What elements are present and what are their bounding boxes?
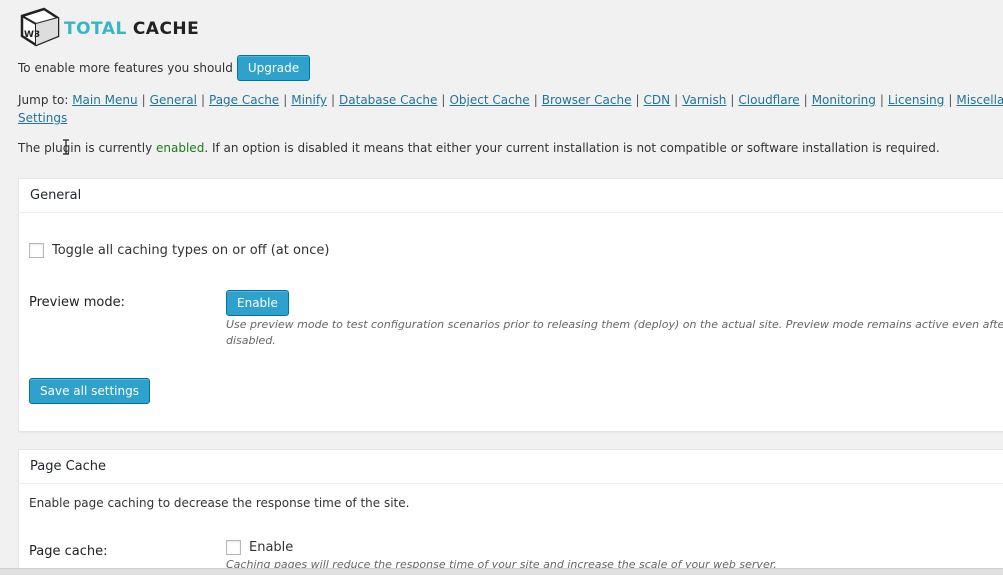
status-enabled-text: enabled — [156, 141, 205, 155]
general-panel-title: General — [19, 179, 1003, 213]
general-panel: General Toggle all caching types on or o… — [18, 178, 1003, 432]
jump-link-varnish[interactable]: Varnish — [682, 93, 726, 107]
w3tc-general-settings-page: W3 TOTAL CACHE To enable more features yo… — [0, 0, 1003, 575]
page-cache-enable-row: Enable — [226, 540, 293, 555]
plugin-status-message: The plugin is currently enabled. If an o… — [18, 139, 940, 157]
jump-link-licensing[interactable]: Licensing — [888, 93, 944, 107]
page-cache-label: Page cache: — [29, 544, 108, 559]
logo-badge-text: W3 — [24, 30, 40, 40]
horizontal-scrollbar[interactable] — [0, 568, 1003, 575]
logo-wordmark: TOTAL CACHE — [64, 19, 199, 39]
page-cache-enable-label[interactable]: Enable — [249, 540, 293, 555]
preview-mode-label: Preview mode: — [29, 295, 125, 310]
text-cursor-icon — [63, 139, 69, 155]
jump-to-nav: Jump to: Main Menu | General | Page Cache | Mi… — [18, 91, 1003, 109]
jump-link-main-menu[interactable]: Main Menu — [72, 93, 137, 107]
upgrade-button[interactable]: Upgrade — [236, 55, 311, 81]
preview-mode-enable-button[interactable]: Enable — [226, 290, 289, 316]
status-text-after: . If an option is disabled it means that… — [204, 141, 940, 155]
jump-link-settings[interactable]: Settings — [18, 111, 67, 125]
preview-mode-description: Use preview mode to test configuration s… — [226, 317, 1003, 349]
jump-link-browser-cache[interactable]: Browser Cache — [542, 93, 632, 107]
page-cache-intro: Enable page caching to decrease the resp… — [29, 496, 410, 510]
status-text-before: The plugin is currently — [18, 141, 153, 155]
w3-total-cache-logo: W3 TOTAL CACHE — [18, 6, 199, 48]
jump-link-miscellaneous[interactable]: Miscellaneous — [956, 93, 1003, 107]
jump-link-database-cache[interactable]: Database Cache — [339, 93, 437, 107]
toggle-all-caching-row: Toggle all caching types on or off (at o… — [29, 243, 329, 258]
page-cache-enable-checkbox[interactable] — [226, 540, 241, 555]
logo-cache-text: CACHE — [132, 19, 200, 39]
toggle-all-caching-checkbox[interactable] — [29, 243, 44, 258]
jump-link-general[interactable]: General — [150, 93, 197, 107]
preview-desc-line2: disabled. — [226, 334, 276, 347]
page-cache-panel-title: Page Cache — [19, 450, 1003, 484]
jump-link-minify[interactable]: Minify — [291, 93, 327, 107]
w3-cube-logo-icon: W3 — [20, 7, 60, 47]
save-all-settings-button[interactable]: Save all settings — [29, 378, 150, 404]
jump-link-object-cache[interactable]: Object Cache — [449, 93, 529, 107]
upgrade-text: To enable more features you should — [18, 61, 233, 75]
jump-link-page-cache[interactable]: Page Cache — [209, 93, 279, 107]
logo-total-text: TOTAL — [64, 19, 127, 39]
preview-desc-line1: Use preview mode to test configuration s… — [226, 318, 1003, 331]
jump-link-cloudflare[interactable]: Cloudflare — [738, 93, 799, 107]
jump-link-monitoring[interactable]: Monitoring — [812, 93, 876, 107]
jump-link-cdn[interactable]: CDN — [644, 93, 671, 107]
toggle-all-caching-label[interactable]: Toggle all caching types on or off (at o… — [52, 243, 329, 258]
upgrade-notice: To enable more features you should Upgra… — [18, 55, 311, 81]
jump-prefix: Jump to: — [18, 93, 69, 107]
page-cache-panel: Page Cache Enable page caching to decrea… — [18, 449, 1003, 575]
jump-to-nav-continued: Settings — [18, 109, 67, 127]
